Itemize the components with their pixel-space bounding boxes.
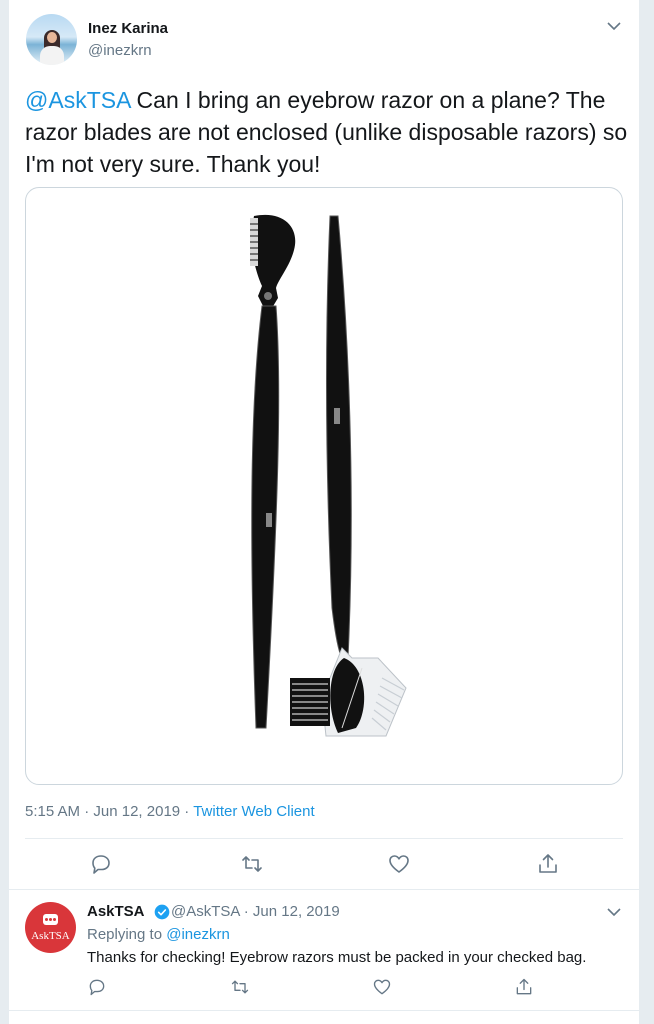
chevron-down-icon[interactable] xyxy=(607,18,621,34)
chat-bubble-icon xyxy=(43,914,58,925)
reply-author-name[interactable]: AskTSA xyxy=(87,903,145,920)
reply-icon[interactable] xyxy=(89,852,113,876)
tweet-card: Inez Karina @inezkrn @AskTSA Can I bring… xyxy=(8,0,640,1024)
reply-text: Thanks for checking! Eyebrow razors must… xyxy=(87,949,587,966)
divider xyxy=(9,1010,639,1011)
tweet-image[interactable] xyxy=(25,187,623,785)
eyebrow-razor-image xyxy=(250,214,407,737)
tweet-date[interactable]: Jun 12, 2019 xyxy=(93,803,180,820)
brush-tool-right xyxy=(290,215,407,737)
share-icon[interactable] xyxy=(514,977,534,997)
author-handle[interactable]: @inezkrn xyxy=(88,42,152,59)
asktsa-avatar-text: AskTSA xyxy=(31,930,70,942)
retweet-icon[interactable] xyxy=(230,977,250,997)
replying-to: Replying to @inezkrn xyxy=(87,926,230,943)
divider xyxy=(25,838,623,839)
reply-icon[interactable] xyxy=(87,977,107,997)
author-name[interactable]: Inez Karina xyxy=(88,20,168,37)
razor-left xyxy=(250,214,296,729)
replying-to-link[interactable]: @inezkrn xyxy=(166,926,230,943)
like-icon[interactable] xyxy=(372,977,392,997)
asktsa-avatar[interactable]: AskTSA xyxy=(25,902,76,953)
divider xyxy=(9,889,639,890)
reply-meta: @AskTSA · Jun 12, 2019 xyxy=(171,903,340,920)
tweet-time[interactable]: 5:15 AM xyxy=(25,803,80,820)
reply-author-handle[interactable]: @AskTSA xyxy=(171,903,240,920)
reply-date[interactable]: Jun 12, 2019 xyxy=(253,903,340,920)
author-avatar[interactable] xyxy=(26,14,77,65)
tweet-meta: 5:15 AM · Jun 12, 2019 · Twitter Web Cli… xyxy=(25,803,315,820)
mention-link[interactable]: @AskTSA xyxy=(25,87,130,113)
chevron-down-icon[interactable] xyxy=(607,904,621,920)
retweet-icon[interactable] xyxy=(240,852,264,876)
tweet-client-link[interactable]: Twitter Web Client xyxy=(193,803,314,820)
tweet-text: @AskTSA Can I bring an eyebrow razor on … xyxy=(25,84,635,180)
share-icon[interactable] xyxy=(536,852,560,876)
like-icon[interactable] xyxy=(387,852,411,876)
verified-badge-icon xyxy=(154,904,170,920)
